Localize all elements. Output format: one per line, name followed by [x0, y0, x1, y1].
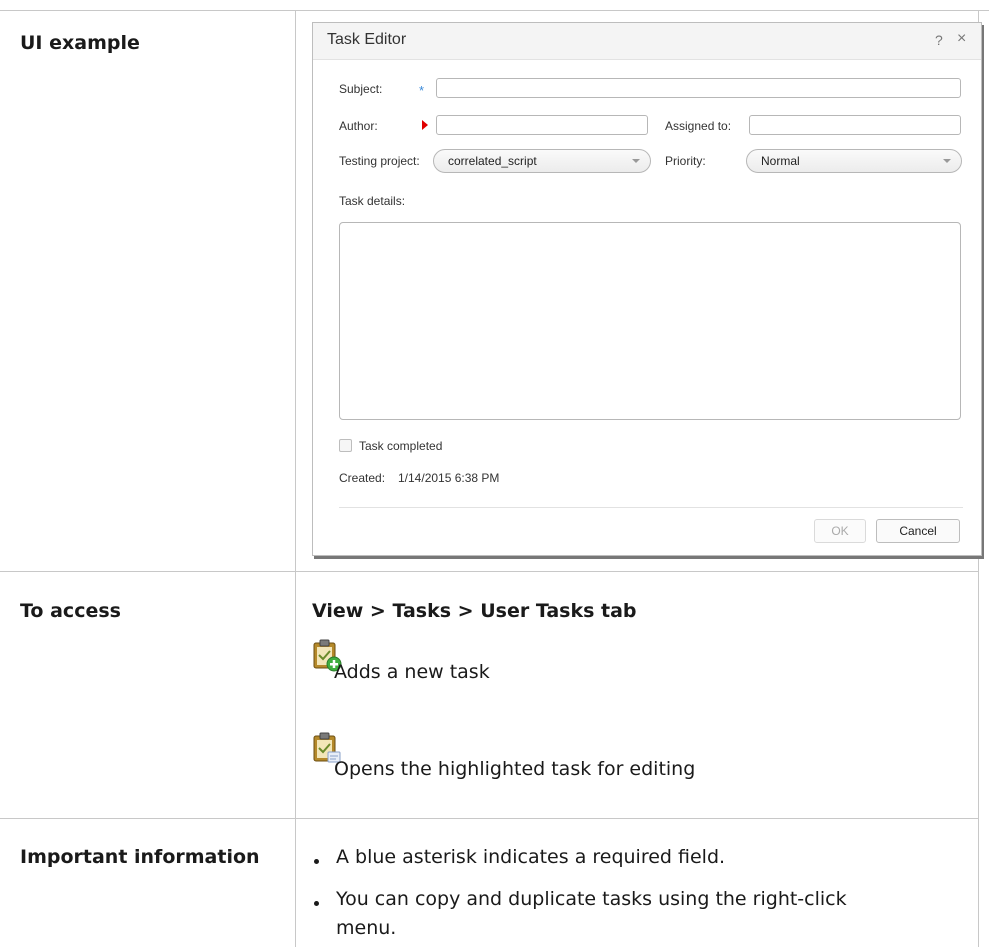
assigned-to-label: Assigned to:	[665, 119, 732, 133]
task-details-label: Task details:	[339, 194, 406, 208]
assigned-to-input[interactable]	[749, 115, 961, 135]
subject-label: Subject:	[339, 82, 383, 96]
table-row-divider-1	[0, 571, 979, 572]
row-label-to-access: To access	[20, 600, 121, 622]
edit-task-description: Opens the highlighted task for editing	[334, 758, 696, 780]
task-details-textarea[interactable]	[339, 222, 961, 420]
required-star-icon: *	[419, 83, 425, 98]
author-label: Author:	[339, 119, 378, 133]
ok-button[interactable]: OK	[814, 519, 866, 543]
testing-project-label: Testing project:	[339, 154, 420, 168]
task-completed-checkbox[interactable]	[339, 439, 352, 452]
bullet-icon	[314, 859, 319, 864]
author-input[interactable]	[436, 115, 648, 135]
required-arrow-icon	[422, 120, 428, 130]
table-column-divider	[295, 10, 296, 947]
dialog-titlebar: Task Editor ? ×	[313, 23, 981, 60]
cancel-button[interactable]: Cancel	[876, 519, 960, 543]
bullet-icon	[314, 901, 319, 906]
row-label-important-information: Important information	[20, 846, 260, 868]
priority-select[interactable]: Normal	[746, 149, 962, 173]
important-item-2: You can copy and duplicate tasks using t…	[336, 888, 847, 910]
task-editor-dialog: Task Editor ? × Subject: * Author: Assig…	[312, 22, 982, 556]
row-label-ui-example: UI example	[20, 32, 140, 54]
close-icon[interactable]: ×	[957, 30, 966, 48]
dialog-title: Task Editor	[327, 31, 407, 48]
priority-value: Normal	[761, 154, 800, 168]
testing-project-select[interactable]: correlated_script	[433, 149, 651, 173]
testing-project-value: correlated_script	[448, 154, 537, 168]
chevron-down-icon	[632, 159, 640, 163]
important-item-1: A blue asterisk indicates a required fie…	[336, 846, 726, 868]
access-path: View > Tasks > User Tasks tab	[312, 600, 637, 622]
footer-divider	[339, 507, 963, 508]
created-label: Created:	[339, 471, 386, 485]
subject-input[interactable]	[436, 78, 961, 98]
created-value: 1/14/2015 6:38 PM	[398, 471, 500, 485]
table-row-divider-2	[0, 818, 979, 819]
important-item-2-continued: menu.	[336, 917, 397, 939]
chevron-down-icon	[943, 159, 951, 163]
table-top-border	[0, 10, 989, 11]
priority-label: Priority:	[665, 154, 706, 168]
task-completed-label: Task completed	[359, 439, 443, 453]
help-icon[interactable]: ?	[935, 32, 943, 48]
add-task-description: Adds a new task	[334, 661, 490, 683]
